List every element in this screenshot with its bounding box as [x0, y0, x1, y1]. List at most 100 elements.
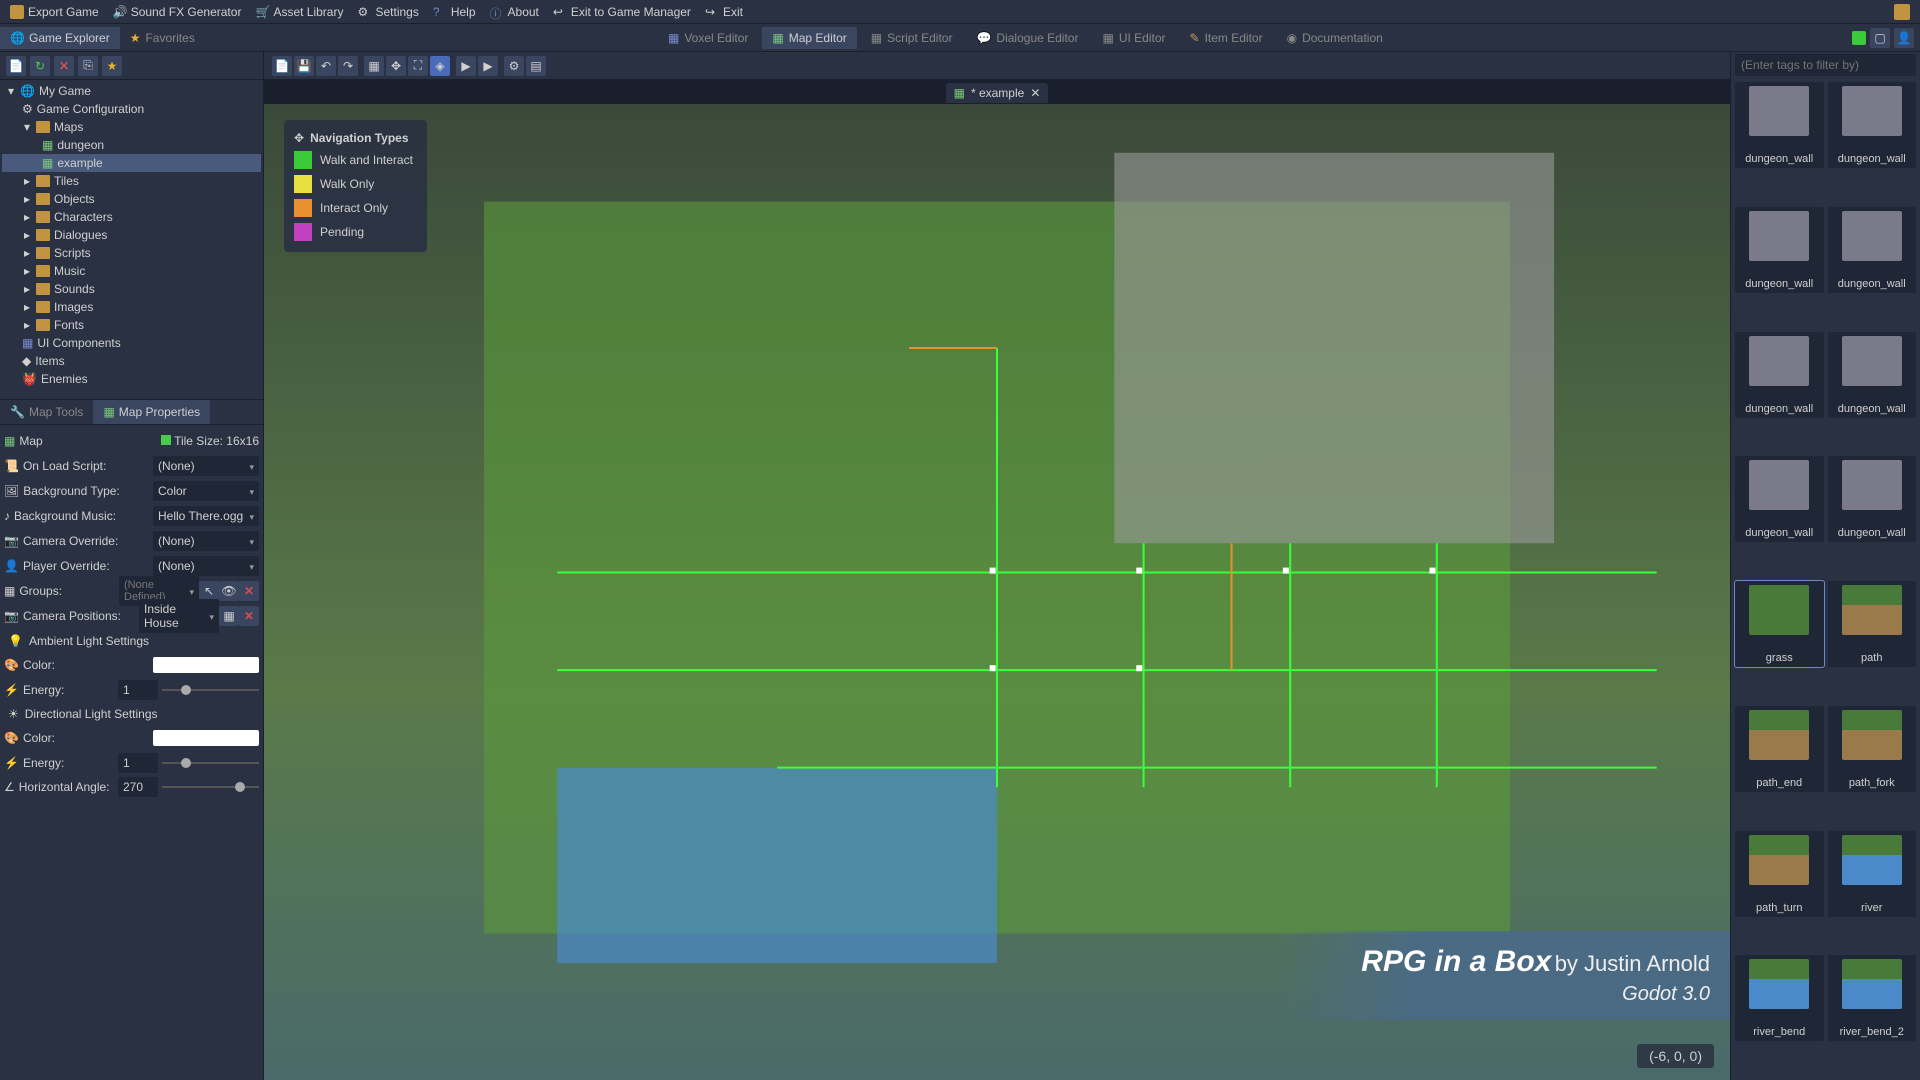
tree-items[interactable]: ◆Items — [2, 352, 261, 370]
tab-dialogue-editor[interactable]: 💬Dialogue Editor — [966, 27, 1088, 49]
camera-override-dropdown[interactable]: (None) — [153, 531, 259, 551]
asset-dungeon-wall[interactable]: dungeon_wall — [1828, 207, 1917, 293]
toolbar-new[interactable]: 📄 — [272, 56, 292, 76]
toolbar-undo[interactable]: ↶ — [316, 56, 336, 76]
menu-export-game[interactable]: Export Game — [4, 3, 105, 21]
tree-scripts[interactable]: ▸Scripts — [2, 244, 261, 262]
asset-dungeon-wall[interactable]: dungeon_wall — [1735, 207, 1824, 293]
ambient-energy-slider[interactable] — [162, 689, 259, 691]
asset-path-end[interactable]: path_end — [1735, 706, 1824, 792]
tree-tiles[interactable]: ▸Tiles — [2, 172, 261, 190]
tree-map-dungeon[interactable]: ▦dungeon — [2, 136, 261, 154]
favorite-button[interactable]: ★ — [102, 56, 122, 76]
asset-dungeon-wall[interactable]: dungeon_wall — [1828, 332, 1917, 418]
tab-voxel-editor[interactable]: ▦Voxel Editor — [658, 27, 758, 49]
menu-exit[interactable]: ↪Exit — [699, 3, 749, 21]
toolbar-nav[interactable]: ◈ — [430, 56, 450, 76]
ambient-color-swatch[interactable] — [153, 657, 259, 673]
camera-pos-delete-button[interactable]: ✕ — [239, 606, 259, 626]
asset-dungeon-wall[interactable]: dungeon_wall — [1828, 456, 1917, 542]
workspace-tabs: 🌐Game Explorer ★Favorites ▦Voxel Editor … — [0, 24, 1920, 52]
tree-objects[interactable]: ▸Objects — [2, 190, 261, 208]
tree-map-example[interactable]: ▦example — [2, 154, 261, 172]
menu-exit-game-manager[interactable]: ↩Exit to Game Manager — [547, 3, 697, 21]
background-type-dropdown[interactable]: Color — [153, 481, 259, 501]
tree-game-config[interactable]: ⚙Game Configuration — [2, 100, 261, 118]
tab-map-properties[interactable]: ▦Map Properties — [93, 400, 210, 424]
tab-script-editor[interactable]: ▦Script Editor — [861, 27, 963, 49]
tree-ui-components[interactable]: ▦UI Components — [2, 334, 261, 352]
camera-pos-add-button[interactable]: ▦ — [219, 606, 239, 626]
dir-energy-input[interactable] — [118, 753, 158, 773]
camera-positions-dropdown[interactable]: Inside House — [139, 599, 219, 633]
asset-path-turn[interactable]: path_turn — [1735, 831, 1824, 917]
delete-button[interactable]: ✕ — [54, 56, 74, 76]
tab-map-tools[interactable]: 🔧Map Tools — [0, 400, 93, 424]
groups-delete-button[interactable]: ✕ — [239, 581, 259, 601]
asset-grass[interactable]: grass — [1735, 581, 1824, 667]
refresh-button[interactable]: ↻ — [30, 56, 50, 76]
tree-music[interactable]: ▸Music — [2, 262, 261, 280]
asset-path[interactable]: path — [1828, 581, 1917, 667]
map-viewport[interactable]: ✥Navigation Types Walk and Interact Walk… — [264, 104, 1730, 1080]
right-tab-3[interactable]: 👤 — [1894, 28, 1914, 48]
tab-map-editor[interactable]: ▦Map Editor — [762, 27, 856, 49]
toolbar-playhere[interactable]: ▶ — [478, 56, 498, 76]
directional-light-header: ☀Directional Light Settings — [4, 702, 259, 726]
asset-dungeon-wall[interactable]: dungeon_wall — [1828, 82, 1917, 168]
dir-energy-slider[interactable] — [162, 762, 259, 764]
tree-sounds[interactable]: ▸Sounds — [2, 280, 261, 298]
asset-filter-input[interactable] — [1735, 54, 1916, 76]
file-tab-example[interactable]: ▦ * example ✕ — [946, 83, 1049, 103]
left-panel: 📄 ↻ ✕ ⎘ ★ ▾🌐My Game ⚙Game Configuration … — [0, 52, 264, 1080]
menu-asset-library[interactable]: 🛒Asset Library — [249, 3, 349, 21]
horizontal-angle-input[interactable] — [118, 777, 158, 797]
asset-dungeon-wall[interactable]: dungeon_wall — [1735, 332, 1824, 418]
tab-favorites[interactable]: ★Favorites — [120, 27, 205, 49]
groups-pick-button[interactable]: ↖ — [199, 581, 219, 601]
tab-game-explorer[interactable]: 🌐Game Explorer — [0, 27, 120, 49]
copy-button[interactable]: ⎘ — [78, 56, 98, 76]
tab-item-editor[interactable]: ✎Item Editor — [1180, 27, 1273, 49]
asset-river-bend-2[interactable]: river_bend_2 — [1828, 955, 1917, 1041]
toolbar-layers[interactable]: ▤ — [526, 56, 546, 76]
horizontal-angle-slider[interactable] — [162, 786, 259, 788]
on-load-script-dropdown[interactable]: (None) — [153, 456, 259, 476]
ambient-energy-input[interactable] — [118, 680, 158, 700]
toolbar-settings[interactable]: ⚙ — [504, 56, 524, 76]
menu-settings[interactable]: ⚙Settings — [351, 3, 424, 21]
asset-path-fork[interactable]: path_fork — [1828, 706, 1917, 792]
menu-about[interactable]: ⓘAbout — [484, 3, 545, 21]
groups-view-button[interactable]: 👁 — [219, 581, 239, 601]
asset-river-bend[interactable]: river_bend — [1735, 955, 1824, 1041]
player-override-dropdown[interactable]: (None) — [153, 556, 259, 576]
tab-documentation[interactable]: ◉Documentation — [1277, 27, 1393, 49]
background-music-dropdown[interactable]: Hello There.ogg — [153, 506, 259, 526]
tree-root[interactable]: ▾🌐My Game — [2, 82, 261, 100]
new-button[interactable]: 📄 — [6, 56, 26, 76]
tree-characters[interactable]: ▸Characters — [2, 208, 261, 226]
asset-dungeon-wall[interactable]: dungeon_wall — [1735, 82, 1824, 168]
tree-fonts[interactable]: ▸Fonts — [2, 316, 261, 334]
menu-sound-fx[interactable]: 🔊Sound FX Generator — [107, 3, 248, 21]
toolbar-redo[interactable]: ↷ — [338, 56, 358, 76]
tab-ui-editor[interactable]: ▦UI Editor — [1092, 27, 1175, 49]
tree-images[interactable]: ▸Images — [2, 298, 261, 316]
menu-help[interactable]: ?Help — [427, 3, 482, 21]
tree-enemies[interactable]: 👹Enemies — [2, 370, 261, 388]
right-tab-1[interactable] — [1852, 31, 1866, 45]
tree-maps[interactable]: ▾Maps — [2, 118, 261, 136]
toolbar-save[interactable]: 💾 — [294, 56, 314, 76]
toolbar-play[interactable]: ▶ — [456, 56, 476, 76]
close-tab-icon[interactable]: ✕ — [1030, 86, 1040, 100]
right-tab-2[interactable]: ▢ — [1870, 28, 1890, 48]
user-icon[interactable] — [1894, 4, 1910, 20]
toolbar-snap[interactable]: ✥ — [386, 56, 406, 76]
tree-dialogues[interactable]: ▸Dialogues — [2, 226, 261, 244]
toolbar-grid[interactable]: ▦ — [364, 56, 384, 76]
toolbar-expand[interactable]: ⛶ — [408, 56, 428, 76]
asset-dungeon-wall[interactable]: dungeon_wall — [1735, 456, 1824, 542]
asset-panel: dungeon_wall dungeon_wall dungeon_wall d… — [1730, 52, 1920, 1080]
dir-color-swatch[interactable] — [153, 730, 259, 746]
asset-river[interactable]: river — [1828, 831, 1917, 917]
